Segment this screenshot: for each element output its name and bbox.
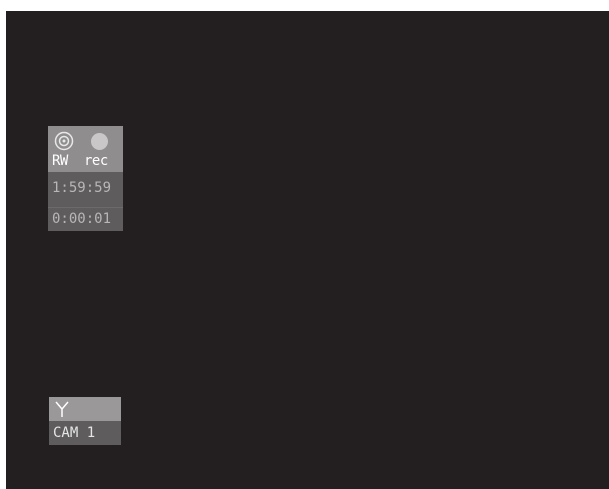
- camera-signal-header: [49, 397, 121, 421]
- record-label: rec: [84, 153, 108, 169]
- camera-panel: CAM 1: [49, 397, 121, 445]
- recording-status-panel: RW rec 1:59:59 0:00:01: [48, 126, 123, 231]
- record-dot-icon: [91, 133, 108, 150]
- time-elapsed: 0:00:01: [52, 211, 112, 227]
- recording-status-header: RW rec: [48, 126, 123, 172]
- time-divider: [48, 207, 123, 208]
- camera-name: CAM 1: [53, 425, 96, 441]
- media-type-label: RW: [52, 153, 68, 169]
- time-remaining: 1:59:59: [52, 180, 112, 196]
- viewfinder-screen: RW rec 1:59:59 0:00:01 CAM 1: [6, 11, 609, 489]
